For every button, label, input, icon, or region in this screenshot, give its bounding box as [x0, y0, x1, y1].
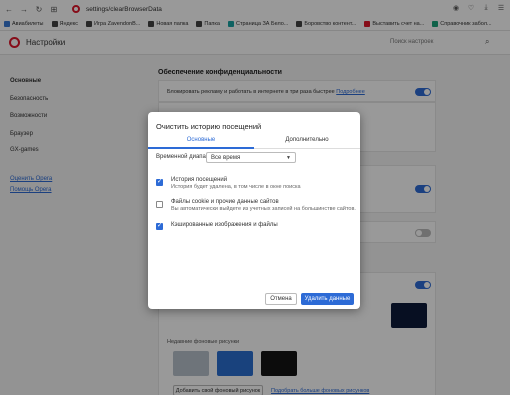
dialog-tabs: Основные Дополнительно — [148, 134, 360, 149]
dialog-title: Очистить историю посещений — [156, 122, 262, 131]
cancel-button[interactable]: Отмена — [265, 293, 297, 305]
delete-data-button[interactable]: Удалить данные — [301, 293, 354, 305]
cookies-checkbox[interactable] — [156, 201, 163, 208]
cookies-option-subtitle: Вы автоматически выйдете из учетных запи… — [171, 206, 356, 212]
cookies-option-title: Файлы cookie и прочие данные сайтов — [171, 199, 279, 205]
active-tab-indicator — [148, 147, 254, 149]
time-range-select[interactable]: Все время ▼ — [206, 152, 296, 163]
clear-history-dialog: Очистить историю посещений Основные Допо… — [148, 112, 360, 309]
chevron-down-icon: ▼ — [286, 155, 291, 161]
tab-basic[interactable]: Основные — [148, 137, 254, 143]
history-option-subtitle: История будет удалена, в том числе в окн… — [171, 184, 301, 190]
time-range-value: Все время — [211, 155, 241, 161]
history-checkbox[interactable] — [156, 177, 163, 186]
cache-option-title: Кэшированные изображения и файлы — [171, 222, 278, 228]
history-option-title: История посещений — [171, 177, 228, 183]
tab-advanced[interactable]: Дополнительно — [254, 137, 360, 143]
cache-checkbox[interactable] — [156, 221, 163, 230]
